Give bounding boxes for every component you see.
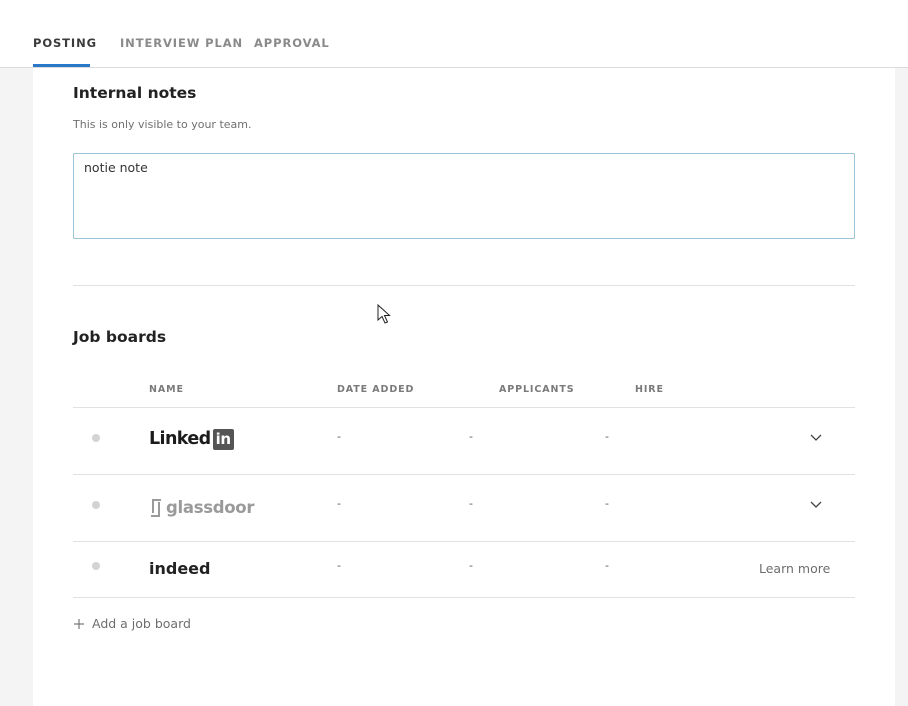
status-dot [92,434,100,442]
active-tab-indicator [33,64,90,67]
add-job-board-button[interactable]: Add a job board [73,616,191,631]
chevron-down-icon[interactable] [810,501,822,509]
linkedin-logo-text: Linked [149,429,211,449]
table-header-divider [73,407,855,408]
section-divider [73,285,855,286]
row-divider [73,541,855,542]
hire-value: - [605,430,609,443]
top-navigation: POSTING INTERVIEW PLAN APPROVAL [0,0,908,68]
column-header-applicants: APPLICANTS [499,384,575,395]
row-divider [73,474,855,475]
applicants-value: - [469,559,473,572]
mouse-cursor-icon [377,304,391,324]
column-header-date-added: DATE ADDED [337,384,415,395]
glassdoor-logo-text: glassdoor [166,497,255,517]
column-header-hire: HIRE [635,384,664,395]
applicants-value: - [469,497,473,510]
hire-value: - [605,497,609,510]
status-dot [92,562,100,570]
linkedin-logo-badge: in [212,428,234,450]
glassdoor-door-icon [151,499,161,517]
linkedin-logo: Linked in [149,427,234,451]
status-dot [92,501,100,509]
job-boards-title: Job boards [73,328,167,346]
plus-icon [74,618,84,629]
applicants-value: - [469,430,473,443]
tab-approval[interactable]: APPROVAL [254,36,330,50]
learn-more-link[interactable]: Learn more [759,561,830,576]
chevron-down-icon[interactable] [810,434,822,442]
indeed-logo: indeed [149,559,211,578]
add-job-board-label: Add a job board [92,616,191,631]
internal-notes-helper: This is only visible to your team. [73,118,252,131]
internal-notes-input[interactable]: notie note [73,153,855,239]
column-header-name: NAME [149,384,184,395]
posting-panel: Internal notes This is only visible to y… [33,68,895,706]
tab-interview-plan[interactable]: INTERVIEW PLAN [120,36,243,50]
row-divider [73,597,855,598]
glassdoor-logo: glassdoor [149,495,254,519]
date-added-value: - [337,497,341,510]
hire-value: - [605,559,609,572]
internal-notes-title: Internal notes [73,84,197,102]
date-added-value: - [337,559,341,572]
tab-posting[interactable]: POSTING [33,36,97,50]
date-added-value: - [337,430,341,443]
